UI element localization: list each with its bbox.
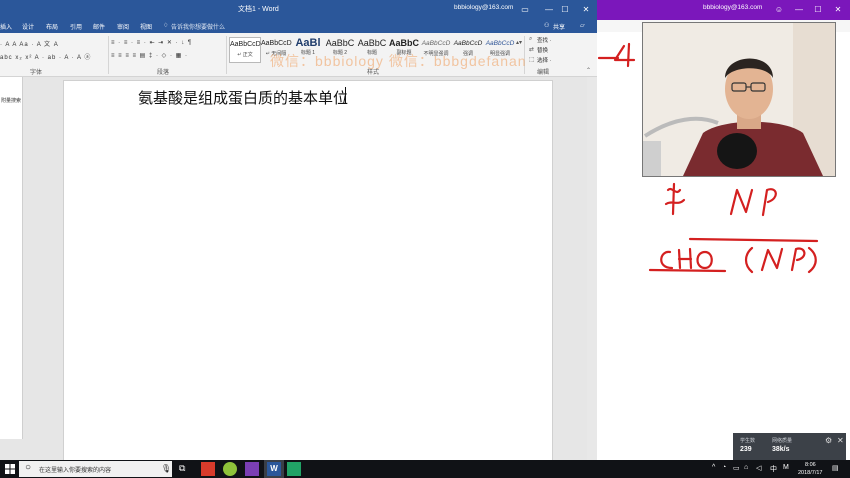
tab-design[interactable]: 设计 <box>22 22 34 31</box>
share-person-icon: ⚇ <box>544 23 550 29</box>
whiteboard-account-name: bbbiology@163.com <box>703 4 763 11</box>
navigation-pane: 附量搜索 <box>0 77 23 439</box>
find-button[interactable]: 查找 · <box>537 36 551 44</box>
lightbulb-icon: ♢ <box>163 23 169 29</box>
document-page[interactable]: 氨基酸是组成蛋白质的基本单位 <box>63 80 553 460</box>
vertical-scrollbar[interactable] <box>587 77 597 460</box>
cortana-icon: ○ <box>25 462 32 473</box>
webcam-video <box>642 22 836 177</box>
replace-button[interactable]: 替换 <box>537 46 548 54</box>
ime-language-indicator[interactable]: 中 <box>770 464 777 474</box>
student-count-value: 239 <box>740 446 752 453</box>
replace-icon: ⇄ <box>529 47 535 53</box>
word-title-bar: 文档1 - Word bbbiology@163.com ▭ — ☐ ✕ <box>0 0 597 20</box>
ribbon-display-options-icon[interactable]: ▭ <box>514 1 536 19</box>
battery-icon[interactable]: ▭ <box>733 464 740 472</box>
taskbar-app-green-circle[interactable] <box>223 462 237 476</box>
style-sample: AaBbC <box>357 38 387 48</box>
font-controls-row-1[interactable]: · A A Aa · A 文 A <box>0 39 59 48</box>
taskbar-app-purple[interactable] <box>245 462 259 476</box>
share-button[interactable]: 共享 <box>553 22 565 31</box>
watermark-text: 微信：bbbiology 微信：bbbgdefanan <box>270 53 527 69</box>
student-count-label: 学生数 <box>740 438 756 444</box>
paragraph-controls-row-1[interactable]: ≡ · ≡ · ≡ · ⇤ ⇥ ✕ · ↓ ¶ <box>111 39 192 46</box>
word-window-title: 文档1 - Word <box>238 6 279 13</box>
style-name: ↵ 正文 <box>237 52 253 58</box>
document-text[interactable]: 氨基酸是组成蛋白质的基本单位 <box>138 87 348 108</box>
group-label-editing: 编辑 <box>537 70 550 76</box>
gear-icon[interactable]: ⚙ <box>825 436 832 445</box>
network-quality-label: 网络质量 <box>772 438 793 444</box>
ime-mode-indicator[interactable]: M <box>783 464 789 471</box>
microphone-pop-filter <box>717 133 757 169</box>
chevron-up-icon[interactable]: ^ <box>712 464 715 471</box>
select-icon: ⬚ <box>529 57 535 63</box>
close-button[interactable]: ✕ <box>575 1 597 19</box>
style-sample: AaBbCcD <box>421 40 451 47</box>
person-icon[interactable]: ☺ <box>769 1 789 19</box>
style-sample: AaBbCcD <box>261 40 292 47</box>
group-label-font: 字体 <box>30 70 43 76</box>
comments-icon[interactable]: ▱ <box>580 22 585 29</box>
microphone-icon[interactable]: 🎙 <box>161 464 171 473</box>
word-icon: W <box>267 462 281 476</box>
clock-time[interactable]: 8:06 <box>805 462 816 468</box>
font-controls-row-2[interactable]: abc x₂ x² A · ab · A · A ⓐ <box>0 52 91 61</box>
navigation-pane-text: 附量搜索 <box>1 98 22 104</box>
taskbar-app-word-active[interactable]: W <box>264 460 284 478</box>
style-normal[interactable]: AaBbCcD ↵ 正文 <box>229 37 261 63</box>
ribbon-tabs: 插入 设计 布局 引用 邮件 审阅 视图 ♢ 告诉我你想要做什么 ⚇ 共享 ▱ <box>0 20 597 33</box>
taskbar-app-red[interactable] <box>201 462 215 476</box>
taskbar: ○ 在这里输入你要搜索的内容 🎙 ⧉ W ^ ◔ ▭ ⌂ ◁ 中 M 8:06 … <box>0 460 850 478</box>
style-sample: AaBbC <box>325 38 355 48</box>
select-button[interactable]: 选择 · <box>537 56 551 64</box>
taskbar-app-green[interactable] <box>287 462 301 476</box>
find-icon: ⌕ <box>529 36 533 42</box>
task-view-icon[interactable]: ⧉ <box>179 463 185 474</box>
style-sample: AaBbCcD <box>485 40 515 47</box>
tell-me-search[interactable]: 告诉我你想要做什么 <box>171 22 225 31</box>
group-label-paragraph: 段落 <box>157 70 170 76</box>
tab-insert[interactable]: 插入 <box>0 22 12 31</box>
network-icon[interactable]: ⌂ <box>744 464 748 471</box>
style-sample: AaBl <box>295 37 321 49</box>
tab-layout[interactable]: 布局 <box>46 22 58 31</box>
close-icon[interactable]: ✕ <box>837 436 844 445</box>
close-button[interactable]: ✕ <box>828 1 848 19</box>
taskbar-search-box[interactable]: ○ 在这里输入你要搜索的内容 🎙 <box>19 461 172 477</box>
taskbar-search-placeholder: 在这里输入你要搜索的内容 <box>39 468 112 474</box>
tab-mailings[interactable]: 邮件 <box>93 22 105 31</box>
network-quality-value: 38k/s <box>772 446 790 453</box>
maximize-button[interactable]: ☐ <box>554 1 576 19</box>
collapse-ribbon-icon[interactable]: ⌃ <box>586 67 591 74</box>
volume-icon[interactable]: ◁ <box>756 464 761 472</box>
tab-view[interactable]: 视图 <box>140 22 152 31</box>
style-sample: AaBbC <box>389 38 420 48</box>
style-sample: AaBbCcD <box>453 40 483 47</box>
tab-references[interactable]: 引用 <box>70 22 82 31</box>
tab-review[interactable]: 审阅 <box>117 22 129 31</box>
style-sample: AaBbCcD <box>230 41 261 48</box>
class-stats-panel: 学生数 239 网络质量 38k/s ⚙ ✕ <box>733 433 846 460</box>
word-account-name[interactable]: bbbiology@163.com <box>454 4 513 11</box>
text-cursor <box>345 87 346 104</box>
group-divider <box>226 36 227 74</box>
paragraph-controls-row-2[interactable]: ≡ ≡ ≡ ≡ ▤ ‡ · ◇ · ▦ · <box>111 52 188 59</box>
tray-app-icon[interactable]: ◔ <box>722 464 726 471</box>
notification-center-icon[interactable]: ▤ <box>832 464 839 472</box>
maximize-button[interactable]: ☐ <box>808 1 828 19</box>
styles-gallery-scroll-icon[interactable]: ▴▾ <box>516 39 522 46</box>
windows-start-icon[interactable] <box>5 464 15 474</box>
webcam-scene <box>643 23 835 176</box>
minimize-button[interactable]: — <box>789 1 809 19</box>
clock-date[interactable]: 2018/7/17 <box>798 470 822 476</box>
group-divider <box>108 36 109 74</box>
